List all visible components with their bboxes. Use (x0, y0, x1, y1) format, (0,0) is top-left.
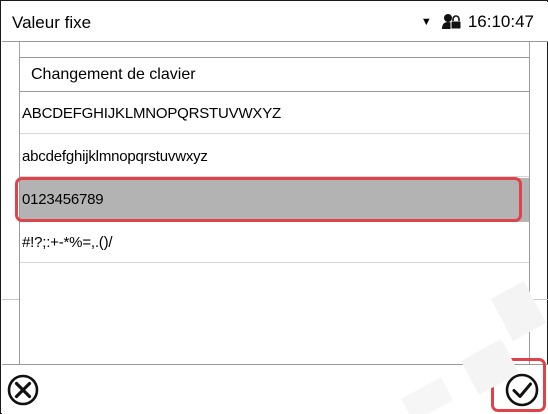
confirm-highlight (491, 358, 546, 412)
triangle-down-icon[interactable]: ▼ (421, 16, 432, 28)
cancel-button[interactable] (4, 371, 42, 409)
status-right-group: ▼ 16:10:47 (421, 12, 534, 32)
circle-x-icon (7, 374, 39, 406)
keyboard-option-uppercase[interactable]: ABCDEFGHIJKLMNOPQRSTUVWXYZ (20, 93, 529, 134)
page-title: Valeur fixe (12, 13, 92, 32)
option-label: abcdefghijklmnopqrstuvwxyz (22, 148, 208, 165)
panel-title-label: Changement de clavier (31, 66, 196, 83)
user-lock-icon (441, 13, 462, 31)
option-label: #!?;:+-*%=,.()/ (22, 234, 113, 251)
selection-highlight (15, 177, 522, 222)
status-bar: Valeur fixe ▼ 16:10:47 (2, 2, 548, 42)
panel-title: Changement de clavier (20, 58, 529, 92)
keyboard-option-symbols[interactable]: #!?;:+-*%=,.()/ (20, 222, 529, 263)
option-label: ABCDEFGHIJKLMNOPQRSTUVWXYZ (22, 105, 281, 122)
bottom-bar (2, 364, 548, 414)
keyboard-option-lowercase[interactable]: abcdefghijklmnopqrstuvwxyz (20, 136, 529, 177)
window-frame: Valeur fixe ▼ 16:10:47 Changement de cla… (0, 0, 548, 414)
clock-time: 16:10:47 (467, 12, 534, 31)
